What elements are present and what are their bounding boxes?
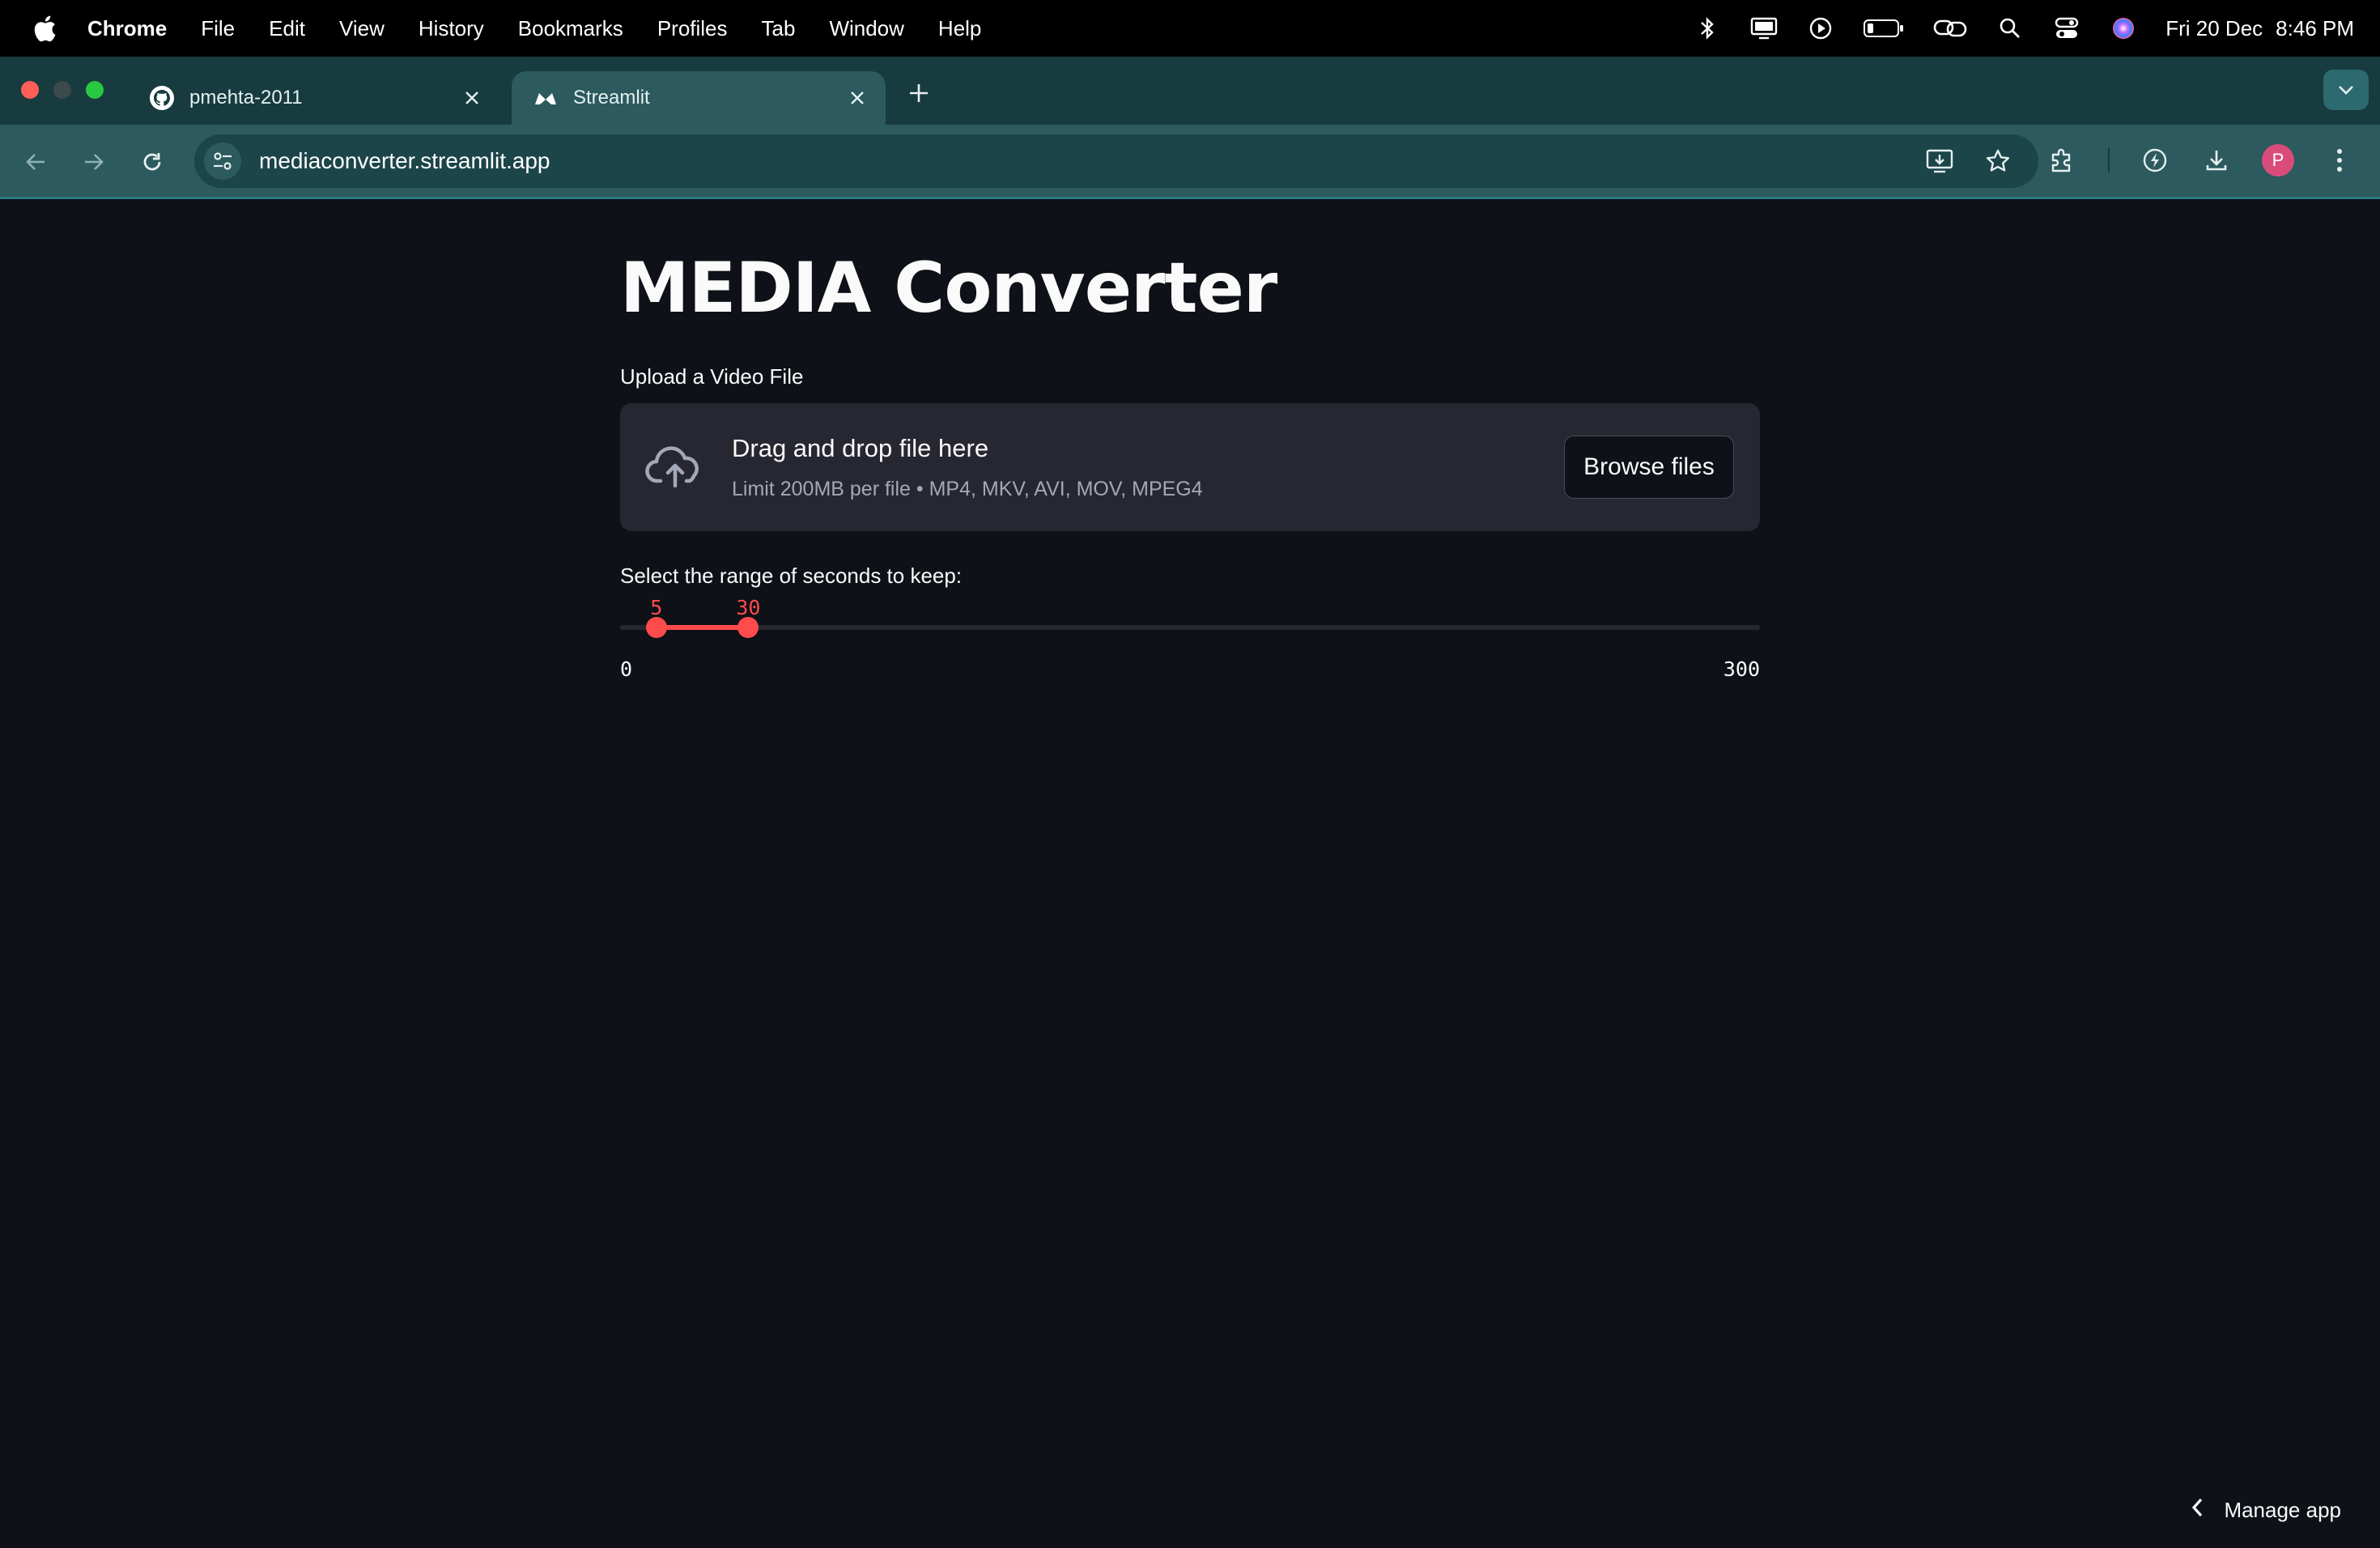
close-tab-icon[interactable] — [460, 86, 484, 110]
slider-max-label: 300 — [1723, 657, 1760, 681]
menu-view[interactable]: View — [339, 16, 385, 41]
more-vertical-icon[interactable] — [2323, 144, 2356, 176]
macos-menubar: Chrome File Edit View History Bookmarks … — [0, 0, 2380, 57]
slider-high-thumb[interactable] — [737, 617, 759, 638]
back-arrow-icon[interactable] — [19, 146, 52, 178]
performance-icon[interactable] — [2139, 144, 2171, 176]
new-tab-plus-icon[interactable] — [907, 81, 931, 105]
tab-title: pmehta-2011 — [189, 87, 303, 108]
site-settings-icon[interactable] — [204, 142, 241, 180]
manage-app-label: Manage app — [2224, 1498, 2341, 1522]
zoom-window-button[interactable] — [86, 81, 104, 99]
github-icon — [149, 85, 175, 111]
clock-time: 8:46 PM — [2276, 15, 2354, 40]
slider-min-label: 0 — [620, 657, 633, 681]
menu-edit[interactable]: Edit — [269, 16, 305, 41]
slider-low-value: 5 — [650, 596, 663, 619]
menu-items: Chrome File Edit View History Bookmarks … — [87, 16, 1015, 41]
manage-app-button[interactable]: Manage app — [2190, 1497, 2341, 1524]
install-app-icon[interactable] — [1923, 145, 1956, 177]
bookmark-star-icon[interactable] — [1982, 145, 2014, 177]
display-icon[interactable] — [1749, 14, 1779, 43]
streamlit-icon — [533, 85, 559, 111]
tab-github[interactable]: pmehta-2011 — [128, 71, 500, 125]
extensions-puzzle-icon[interactable] — [2046, 144, 2079, 176]
slider-high-value: 30 — [736, 596, 761, 619]
menu-window[interactable]: Window — [829, 16, 903, 41]
status-area: Fri 20 Dec 8:46 PM — [1693, 0, 2354, 57]
file-dropzone[interactable]: Drag and drop file here Limit 200MB per … — [620, 403, 1760, 531]
slider-low-thumb[interactable] — [645, 617, 667, 638]
battery-icon[interactable] — [1863, 14, 1905, 43]
tab-strip: pmehta-2011 Streamlit — [0, 57, 2380, 125]
clock-date: Fri 20 Dec — [2165, 15, 2263, 40]
slider-track[interactable] — [620, 625, 1760, 630]
reload-icon[interactable] — [136, 146, 168, 178]
address-bar[interactable]: mediaconverter.streamlit.app — [194, 134, 2038, 188]
page-content: MEDIA Converter Upload a Video File Drag… — [0, 199, 2380, 1548]
close-tab-icon[interactable] — [845, 86, 869, 110]
cloud-upload-icon — [644, 442, 706, 491]
browse-files-button[interactable]: Browse files — [1564, 436, 1734, 499]
page-title: MEDIA Converter — [620, 248, 1277, 329]
close-window-button[interactable] — [21, 81, 39, 99]
menu-bookmarks[interactable]: Bookmarks — [518, 16, 623, 41]
search-icon[interactable] — [1995, 14, 2025, 43]
range-slider-label: Select the range of seconds to keep: — [620, 563, 963, 588]
slider-selected-range — [656, 625, 749, 630]
apple-icon[interactable] — [32, 12, 60, 45]
menu-tab[interactable]: Tab — [762, 16, 796, 41]
upload-label: Upload a Video File — [620, 364, 804, 389]
profile-avatar[interactable]: P — [2262, 144, 2294, 176]
toolbar-actions: P — [2046, 144, 2356, 176]
tab-streamlit[interactable]: Streamlit — [512, 71, 886, 125]
play-icon[interactable] — [1806, 14, 1835, 43]
tab-title: Streamlit — [573, 87, 650, 108]
range-slider[interactable]: 5 30 0 300 — [620, 596, 1760, 681]
window-controls — [21, 81, 104, 99]
download-icon[interactable] — [2200, 144, 2233, 176]
menu-profiles[interactable]: Profiles — [657, 16, 728, 41]
link-icon[interactable] — [1932, 14, 1968, 43]
control-center-icon[interactable] — [2052, 14, 2081, 43]
minimize-window-button[interactable] — [53, 81, 71, 99]
bluetooth-icon[interactable] — [1693, 14, 1722, 43]
url-text[interactable]: mediaconverter.streamlit.app — [259, 148, 550, 174]
menu-file[interactable]: File — [201, 16, 235, 41]
dropzone-instructions: Drag and drop file here — [732, 434, 989, 462]
browser-toolbar: mediaconverter.streamlit.app P — [0, 125, 2380, 199]
siri-icon[interactable] — [2109, 14, 2138, 43]
menubar-clock[interactable]: Fri 20 Dec 8:46 PM — [2165, 16, 2354, 41]
dropzone-limit-text: Limit 200MB per file • MP4, MKV, AVI, MO… — [732, 478, 1203, 500]
tab-search-chevron-icon[interactable] — [2323, 70, 2369, 110]
chevron-left-icon — [2190, 1497, 2204, 1524]
toolbar-divider — [2108, 148, 2110, 172]
forward-arrow-icon[interactable] — [78, 146, 110, 178]
menu-help[interactable]: Help — [938, 16, 981, 41]
menu-chrome[interactable]: Chrome — [87, 16, 167, 41]
menu-history[interactable]: History — [419, 16, 484, 41]
omnibox-actions — [1923, 145, 2014, 177]
